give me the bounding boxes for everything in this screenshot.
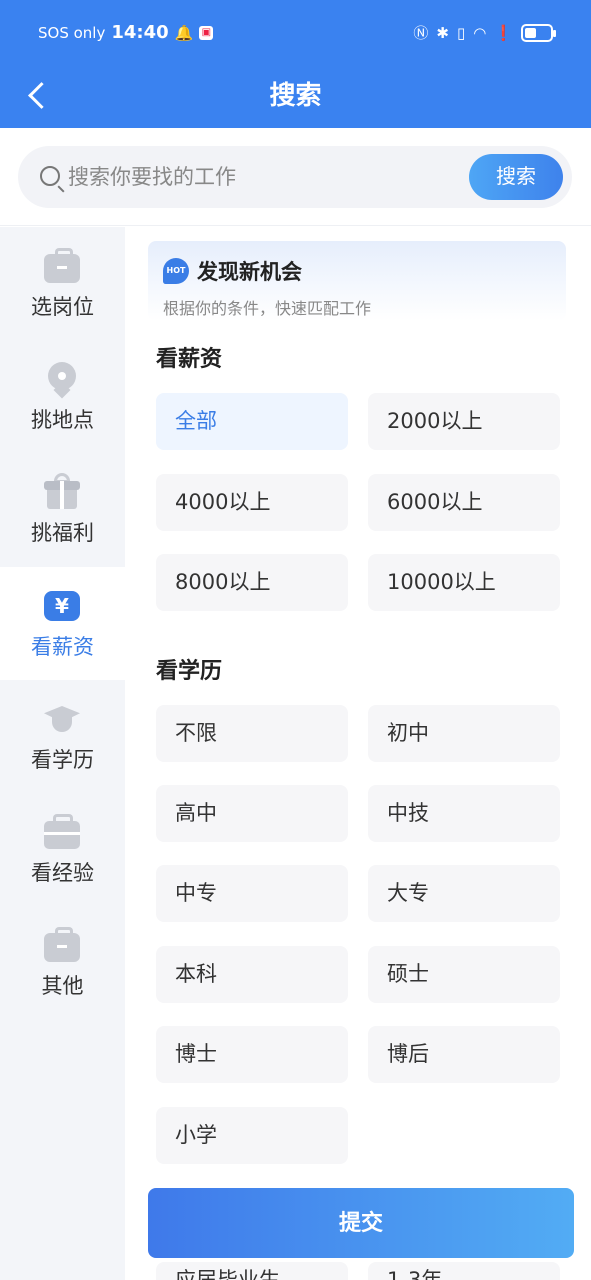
gift-icon: [44, 473, 80, 509]
location-pin-icon: [44, 362, 80, 399]
salary-option[interactable]: 2000以上: [368, 393, 560, 450]
sidebar-item-position[interactable]: 选岗位: [0, 227, 125, 340]
sidebar-item-other[interactable]: 其他: [0, 906, 125, 1019]
education-option[interactable]: 中技: [368, 785, 560, 842]
page-title: 搜索: [269, 81, 322, 111]
carrier-text: SOS only: [38, 23, 106, 42]
status-left: SOS only 14:40 🔔 ▣: [38, 22, 214, 43]
education-option[interactable]: 大专: [368, 865, 560, 922]
wifi-icon: ◠: [473, 23, 487, 42]
filter-content: HOT 发现新机会 根据你的条件，快速匹配工作 看薪资 全部 2000以上 40…: [125, 227, 591, 1280]
search-button[interactable]: 搜索: [469, 154, 563, 200]
education-option[interactable]: 博后: [368, 1026, 560, 1083]
education-option[interactable]: 初中: [368, 705, 560, 762]
briefcase-icon: [44, 248, 80, 283]
sidebar-item-salary[interactable]: ¥ 看薪资: [0, 567, 125, 680]
sidebar-item-benefits[interactable]: 挑福利: [0, 453, 125, 566]
sidebar-item-label: 挑地点: [31, 408, 94, 432]
salary-option[interactable]: 8000以上: [156, 554, 348, 611]
battery-icon: [521, 23, 556, 42]
sidebar-item-label: 看经验: [31, 861, 94, 885]
experience-option-peek[interactable]: 1-3年: [368, 1262, 560, 1280]
app-header: SOS only 14:40 🔔 ▣ Ⓝ ✱ ▯ ◠ ❗ 搜索: [0, 0, 591, 128]
submit-button[interactable]: 提交: [148, 1188, 574, 1258]
search-row: 搜索: [0, 128, 591, 226]
sidebar-item-location[interactable]: 挑地点: [0, 340, 125, 453]
banner-title: 发现新机会: [197, 260, 302, 284]
sidebar-item-label: 其他: [41, 974, 84, 998]
education-option[interactable]: 硕士: [368, 946, 560, 1003]
nav-bar: 搜索: [0, 66, 591, 122]
status-bar: SOS only 14:40 🔔 ▣ Ⓝ ✱ ▯ ◠ ❗: [0, 0, 591, 66]
salary-section-title: 看薪资: [156, 347, 223, 372]
search-icon: [40, 166, 60, 186]
briefcase-icon: [44, 927, 80, 962]
bell-icon: 🔔: [174, 23, 194, 42]
education-option[interactable]: 不限: [156, 705, 348, 762]
salary-option[interactable]: 10000以上: [368, 554, 560, 611]
education-section-title: 看学历: [156, 659, 223, 684]
toolbox-icon: [44, 814, 80, 849]
yen-icon: ¥: [44, 591, 80, 621]
search-box: 搜索: [18, 146, 572, 208]
education-option[interactable]: 本科: [156, 946, 348, 1003]
alert-icon: ❗: [494, 23, 513, 42]
experience-option-peek[interactable]: 应届毕业生: [156, 1262, 348, 1280]
sidebar-item-label: 选岗位: [31, 295, 94, 319]
sidebar-item-label: 挑福利: [31, 521, 94, 545]
banner-subtitle: 根据你的条件，快速匹配工作: [163, 299, 372, 318]
education-option[interactable]: 高中: [156, 785, 348, 842]
education-option[interactable]: 小学: [156, 1107, 348, 1164]
education-option[interactable]: 博士: [156, 1026, 348, 1083]
salary-option[interactable]: 4000以上: [156, 474, 348, 531]
salary-option-all[interactable]: 全部: [156, 393, 348, 450]
category-sidebar: 选岗位 挑地点 挑福利 ¥ 看薪资 看学历 看经验 其他: [0, 227, 125, 1280]
graduation-cap-icon: [44, 702, 80, 736]
clock: 14:40: [111, 22, 169, 43]
sidebar-item-education[interactable]: 看学历: [0, 680, 125, 793]
salary-option[interactable]: 6000以上: [368, 474, 560, 531]
education-option[interactable]: 中专: [156, 865, 348, 922]
sidebar-item-label: 看学历: [31, 748, 94, 772]
app-notification-icon: ▣: [199, 25, 214, 40]
sidebar-item-experience[interactable]: 看经验: [0, 793, 125, 906]
search-input[interactable]: [68, 158, 448, 196]
status-right: Ⓝ ✱ ▯ ◠ ❗: [413, 22, 556, 43]
hot-badge-icon: HOT: [163, 258, 189, 284]
sidebar-item-label: 看薪资: [31, 635, 94, 659]
nfc-icon: Ⓝ: [413, 24, 429, 42]
vibrate-icon: ▯: [456, 23, 466, 42]
promo-banner: HOT 发现新机会 根据你的条件，快速匹配工作: [148, 241, 566, 321]
bluetooth-icon: ✱: [436, 23, 449, 42]
